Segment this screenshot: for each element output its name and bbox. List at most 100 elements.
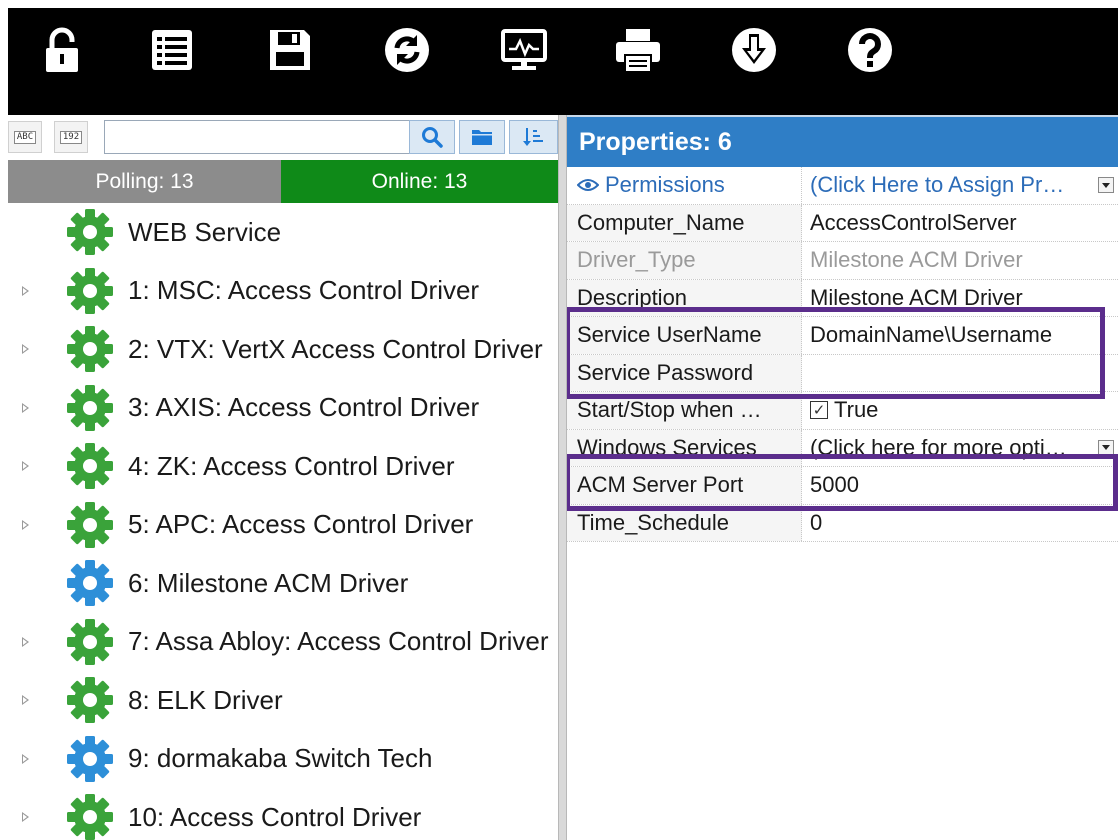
property-row[interactable]: Time_Schedule 0 — [567, 504, 1118, 542]
help-icon — [848, 28, 892, 72]
property-value: (Click here for more opti… — [810, 434, 1067, 460]
property-name: Service UserName — [577, 322, 762, 348]
expand-arrow-icon[interactable] — [22, 285, 29, 296]
property-row[interactable]: ACM Server Port 5000 — [567, 467, 1118, 505]
property-value-cell[interactable]: Milestone ACM Driver — [802, 242, 1118, 279]
property-value-cell[interactable]: 0 — [802, 505, 1118, 542]
tree-item[interactable]: 10: Access Control Driver — [8, 788, 558, 840]
expand-arrow-icon[interactable] — [22, 461, 29, 472]
gear-icon — [67, 794, 113, 840]
property-row[interactable]: Start/Stop when … ✓ True — [567, 392, 1118, 430]
pane-splitter[interactable] — [558, 115, 567, 840]
tree-item-label: 6: Milestone ACM Driver — [128, 567, 409, 598]
property-row[interactable]: Permissions (Click Here to Assign Pr… — [567, 167, 1118, 205]
list-button[interactable] — [146, 24, 198, 76]
tree-item[interactable]: 8: ELK Driver — [8, 671, 558, 730]
sort-order-button[interactable] — [509, 120, 558, 154]
tree-item[interactable]: 4: ZK: Access Control Driver — [8, 437, 558, 496]
property-row[interactable]: Description Milestone ACM Driver — [567, 279, 1118, 317]
refresh-button[interactable] — [381, 24, 433, 76]
tree-item[interactable]: WEB Service — [8, 203, 558, 262]
property-name-cell: Driver_Type — [567, 242, 802, 279]
property-value-cell[interactable]: (Click Here to Assign Pr… — [802, 167, 1118, 204]
monitor-button[interactable] — [498, 24, 550, 76]
driver-tree-pane: ABC 192 Polling: 13 Online: 13 WEB Servi… — [8, 115, 558, 840]
properties-grid: Permissions (Click Here to Assign Pr… Comp… — [567, 167, 1118, 542]
sort-numeric-button[interactable]: 192 — [54, 121, 88, 153]
property-name: Start/Stop when … — [577, 397, 762, 423]
property-value-cell[interactable]: 5000 — [802, 467, 1118, 504]
property-row[interactable]: Driver_Type Milestone ACM Driver — [567, 242, 1118, 280]
property-row[interactable]: Windows Services (Click here for more opt… — [567, 429, 1118, 467]
help-button[interactable] — [844, 24, 896, 76]
property-name-cell: Service Password — [567, 354, 802, 391]
driver-tree: WEB Service 1: MSC: Access Control Driver… — [8, 203, 558, 840]
property-row[interactable]: Service Password — [567, 354, 1118, 392]
property-value-cell[interactable]: AccessControlServer — [802, 205, 1118, 242]
property-value-cell[interactable]: (Click here for more opti… — [802, 430, 1118, 467]
tree-item[interactable]: 9: dormakaba Switch Tech — [8, 730, 558, 789]
expand-arrow-icon[interactable] — [22, 519, 29, 530]
tree-item-label: 5: APC: Access Control Driver — [128, 509, 474, 540]
expand-arrow-icon[interactable] — [22, 636, 29, 647]
tree-item[interactable]: 6: Milestone ACM Driver — [8, 554, 558, 613]
tree-item-label: 2: VTX: VertX Access Control Driver — [128, 333, 543, 364]
property-value: 0 — [810, 509, 823, 535]
property-name-cell: Description — [567, 279, 802, 316]
tree-item[interactable]: 5: APC: Access Control Driver — [8, 496, 558, 555]
download-icon — [732, 28, 776, 72]
tree-item-label: WEB Service — [128, 216, 282, 247]
sort-alpha-button[interactable]: ABC — [8, 121, 42, 153]
expand-arrow-icon[interactable] — [22, 812, 29, 823]
expand-arrow-icon[interactable] — [22, 695, 29, 706]
gear-icon — [67, 267, 113, 314]
tree-item-label: 3: AXIS: Access Control Driver — [128, 392, 480, 423]
dropdown-arrow-icon[interactable] — [1098, 439, 1114, 456]
property-value: Milestone ACM Driver — [810, 247, 1023, 273]
tree-item[interactable]: 1: MSC: Access Control Driver — [8, 262, 558, 321]
property-name: Permissions — [605, 172, 725, 198]
list-icon — [152, 30, 192, 70]
gear-icon — [67, 677, 113, 724]
property-value-cell[interactable]: Milestone ACM Driver — [802, 280, 1118, 317]
expand-arrow-icon[interactable] — [22, 402, 29, 413]
property-value: DomainName\Username — [810, 322, 1053, 348]
search-bar: ABC 192 — [8, 115, 558, 159]
property-name-cell: Computer_Name — [567, 204, 802, 241]
lock-button[interactable] — [36, 24, 88, 76]
status-bar: Polling: 13 Online: 13 — [8, 160, 558, 203]
property-row[interactable]: Computer_Name AccessControlServer — [567, 204, 1118, 242]
expand-arrow-icon[interactable] — [22, 344, 29, 355]
lock-icon — [46, 27, 78, 72]
eye-icon — [577, 179, 599, 192]
gear-icon — [67, 735, 113, 782]
property-value-cell[interactable]: DomainName\Username — [802, 317, 1118, 354]
expand-arrow-icon[interactable] — [22, 753, 29, 764]
property-name: Windows Services — [577, 434, 757, 460]
folder-button[interactable] — [459, 120, 505, 154]
save-icon — [270, 30, 310, 70]
tree-item[interactable]: 2: VTX: VertX Access Control Driver — [8, 320, 558, 379]
tree-item-label: 7: Assa Abloy: Access Control Driver — [128, 626, 549, 657]
property-value-cell[interactable] — [802, 355, 1118, 392]
checkbox-icon[interactable]: ✓ — [810, 401, 828, 420]
property-name: Driver_Type — [577, 247, 696, 273]
dropdown-arrow-icon[interactable] — [1098, 177, 1114, 194]
print-button[interactable] — [612, 24, 664, 76]
property-name-cell: Permissions — [567, 167, 802, 204]
monitor-icon — [501, 29, 547, 70]
property-value-cell[interactable]: ✓ True — [802, 392, 1118, 429]
property-name-cell: Service UserName — [567, 317, 802, 354]
property-name-cell: ACM Server Port — [567, 467, 802, 504]
main-toolbar — [8, 8, 1118, 115]
property-row[interactable]: Service UserName DomainName\Username — [567, 317, 1118, 355]
tree-item[interactable]: 7: Assa Abloy: Access Control Driver — [8, 613, 558, 672]
tree-item[interactable]: 3: AXIS: Access Control Driver — [8, 379, 558, 438]
search-input[interactable] — [104, 120, 410, 154]
online-status: Online: 13 — [281, 160, 558, 203]
download-button[interactable] — [728, 24, 780, 76]
search-button[interactable] — [409, 120, 455, 154]
save-button[interactable] — [264, 24, 316, 76]
gear-icon — [67, 618, 113, 665]
property-name: Description — [577, 284, 688, 310]
